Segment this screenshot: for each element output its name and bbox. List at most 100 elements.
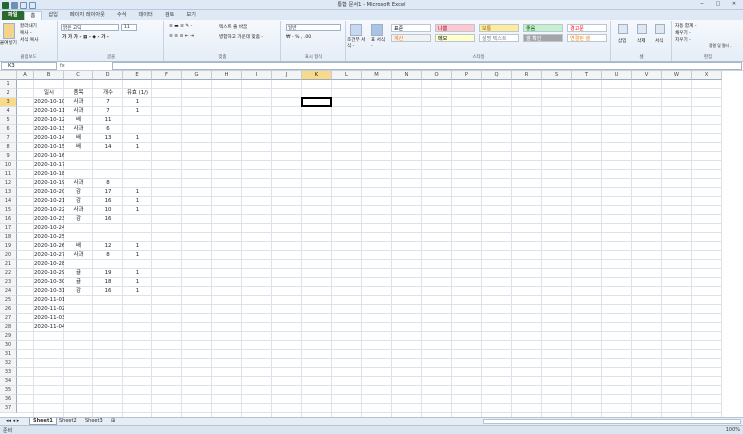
column-header-f[interactable]: F: [152, 71, 182, 80]
cell-e24[interactable]: 1: [123, 287, 152, 296]
delete-cells-icon[interactable]: [637, 24, 647, 34]
cell-b25[interactable]: 2020-11-01: [34, 296, 64, 305]
row-header-29[interactable]: 29: [0, 332, 17, 341]
column-header-h[interactable]: H: [212, 71, 242, 80]
column-header-g[interactable]: G: [182, 71, 212, 80]
sheet-nav-buttons[interactable]: ◂◂ ◂ ▸ ▸▸: [3, 418, 27, 431]
font-style-buttons[interactable]: 가 가 가 - ▦ - ◆ - 가 -: [62, 34, 109, 40]
cell-b8[interactable]: 2020-10-15: [34, 143, 64, 152]
cell-b18[interactable]: 2020-10-25: [34, 233, 64, 242]
align-top-buttons[interactable]: ≡ ▬ ≡ ✎ -: [169, 24, 192, 29]
cell-c13[interactable]: 감: [64, 188, 93, 197]
cell-b9[interactable]: 2020-10-16: [34, 152, 64, 161]
cell-e15[interactable]: 1: [123, 206, 152, 215]
row-header-30[interactable]: 30: [0, 341, 17, 350]
column-header-p[interactable]: P: [452, 71, 482, 80]
paste-button[interactable]: 붙여넣기: [0, 40, 17, 46]
column-header-o[interactable]: O: [422, 71, 452, 80]
cell-c24[interactable]: 감: [64, 287, 93, 296]
cell-style-6[interactable]: 메모: [435, 34, 475, 42]
cell-b11[interactable]: 2020-10-18: [34, 170, 64, 179]
row-header-26[interactable]: 26: [0, 305, 17, 314]
cell-c7[interactable]: 배: [64, 134, 93, 143]
close-button[interactable]: ✕: [727, 1, 741, 8]
cell-b16[interactable]: 2020-10-23: [34, 215, 64, 224]
cell-b14[interactable]: 2020-10-21: [34, 197, 64, 206]
cell-b22[interactable]: 2020-10-29: [34, 269, 64, 278]
number-format-select[interactable]: 일반: [286, 24, 341, 31]
row-header-4[interactable]: 4: [0, 107, 17, 116]
row-header-9[interactable]: 9: [0, 152, 17, 161]
column-header-j[interactable]: J: [272, 71, 302, 80]
format-cells-icon[interactable]: [655, 24, 665, 34]
cell-d24[interactable]: 16: [93, 287, 123, 296]
cell-d15[interactable]: 10: [93, 206, 123, 215]
sheet-tab-sheet1[interactable]: Sheet1: [29, 418, 57, 425]
cell-c22[interactable]: 귤: [64, 269, 93, 278]
column-header-s[interactable]: S: [542, 71, 572, 80]
row-header-15[interactable]: 15: [0, 206, 17, 215]
row-header-28[interactable]: 28: [0, 323, 17, 332]
cell-e20[interactable]: 1: [123, 251, 152, 260]
sort-filter-button[interactable]: 정렬 및 필터 -: [709, 43, 731, 49]
cell-style-9[interactable]: 연결된 셀: [567, 34, 607, 42]
formula-input[interactable]: [112, 62, 742, 70]
table-format-button[interactable]: 표 서식 -: [371, 38, 387, 50]
column-header-d[interactable]: D: [93, 71, 123, 80]
cell-b5[interactable]: 2020-10-12: [34, 116, 64, 125]
column-header-t[interactable]: T: [572, 71, 602, 80]
row-header-13[interactable]: 13: [0, 188, 17, 197]
fx-icon[interactable]: fx: [60, 62, 110, 70]
cell-e19[interactable]: 1: [123, 242, 152, 251]
row-header-7[interactable]: 7: [0, 134, 17, 143]
column-header-e[interactable]: E: [123, 71, 152, 80]
cell-d4[interactable]: 7: [93, 107, 123, 116]
tab-view[interactable]: 보기: [180, 11, 202, 20]
row-header-12[interactable]: 12: [0, 179, 17, 188]
cell-d22[interactable]: 19: [93, 269, 123, 278]
cell-b3[interactable]: 2020-10-10: [34, 98, 64, 107]
cell-c3[interactable]: 사과: [64, 98, 93, 107]
cell-style-4[interactable]: 경고문: [567, 24, 607, 32]
column-header-k[interactable]: K: [302, 71, 332, 80]
cell-d7[interactable]: 13: [93, 134, 123, 143]
cell-e13[interactable]: 1: [123, 188, 152, 197]
horizontal-scrollbar[interactable]: [483, 419, 741, 424]
cell-b23[interactable]: 2020-10-30: [34, 278, 64, 287]
cell-b26[interactable]: 2020-11-02: [34, 305, 64, 314]
cell-style-1[interactable]: 나쁨: [435, 24, 475, 32]
column-header-u[interactable]: U: [602, 71, 632, 80]
row-header-37[interactable]: 37: [0, 404, 17, 413]
cell-c6[interactable]: 사과: [64, 125, 93, 134]
cell-e2[interactable]: 유효 (1/): [123, 89, 152, 98]
cell-b17[interactable]: 2020-10-24: [34, 224, 64, 233]
minimize-button[interactable]: ─: [695, 1, 709, 8]
cell-d2[interactable]: 개수: [93, 89, 123, 98]
cell-e7[interactable]: 1: [123, 134, 152, 143]
cell-d3[interactable]: 7: [93, 98, 123, 107]
format-cells-button[interactable]: 서식: [655, 38, 663, 44]
cell-b21[interactable]: 2020-10-28: [34, 260, 64, 269]
font-name-select[interactable]: 맑은 고딕: [61, 24, 119, 31]
row-header-35[interactable]: 35: [0, 386, 17, 395]
sheet-tab-sheet3[interactable]: Sheet3: [82, 418, 106, 425]
cell-b10[interactable]: 2020-10-17: [34, 161, 64, 170]
row-header-1[interactable]: 1: [0, 80, 17, 89]
row-header-14[interactable]: 14: [0, 197, 17, 206]
cell-b27[interactable]: 2020-11-03: [34, 314, 64, 323]
column-header-m[interactable]: M: [362, 71, 392, 80]
cell-b2[interactable]: 일시: [34, 89, 64, 98]
tab-data[interactable]: 데이터: [132, 11, 158, 20]
autosum-button[interactable]: 자동 합계 -: [675, 23, 696, 29]
column-header-q[interactable]: Q: [482, 71, 512, 80]
row-header-6[interactable]: 6: [0, 125, 17, 134]
column-header-i[interactable]: I: [242, 71, 272, 80]
cell-b6[interactable]: 2020-10-13: [34, 125, 64, 134]
active-cell-k3[interactable]: [301, 97, 332, 107]
cell-b12[interactable]: 2020-10-19: [34, 179, 64, 188]
row-header-36[interactable]: 36: [0, 395, 17, 404]
row-header-34[interactable]: 34: [0, 377, 17, 386]
tab-home[interactable]: 홈: [23, 11, 43, 20]
sheet-tab-sheet2[interactable]: Sheet2: [56, 418, 80, 425]
cell-c14[interactable]: 감: [64, 197, 93, 206]
